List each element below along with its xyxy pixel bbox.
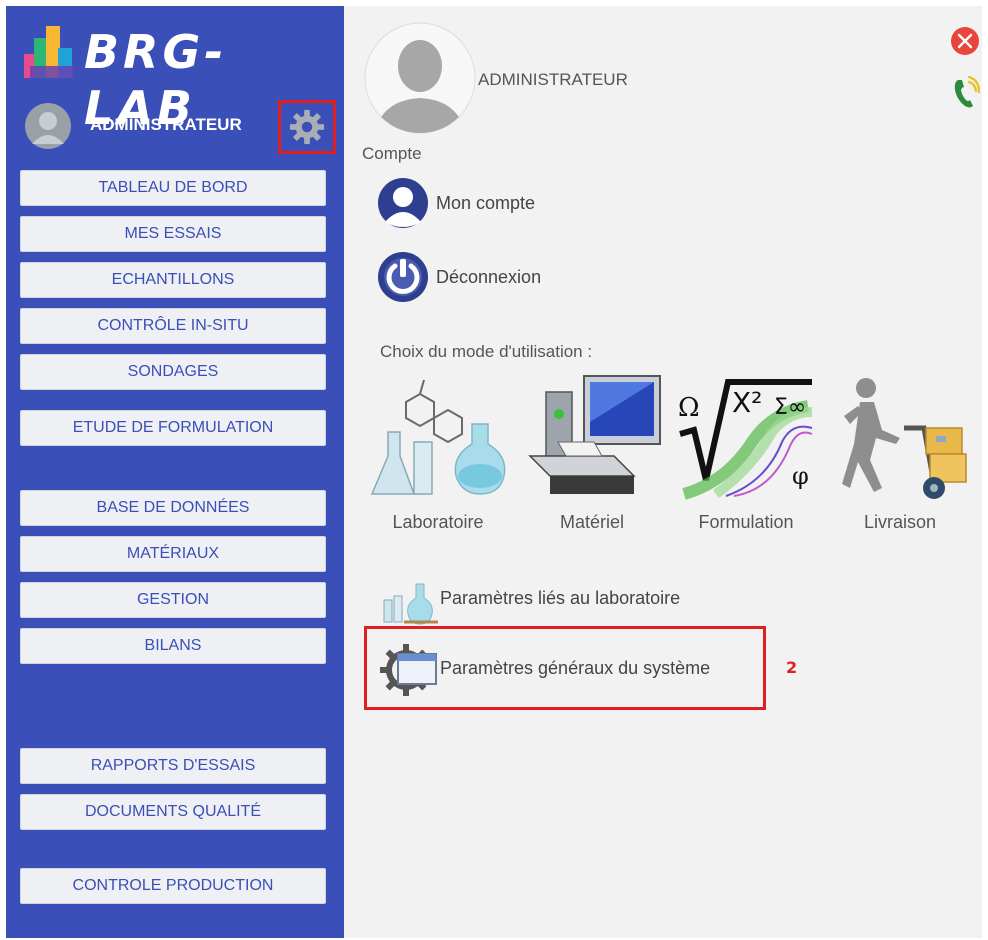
nav-documents-qualite[interactable]: DOCUMENTS QUALITÉ (20, 794, 326, 830)
deconnexion-label: Déconnexion (436, 266, 542, 287)
profile-name: ADMINISTRATEUR (478, 70, 628, 89)
mode-materiel-label: Matériel (559, 512, 625, 532)
nav-etude-de-formulation[interactable]: ETUDE DE FORMULATION (20, 410, 326, 446)
nav-rapports-d-essais[interactable]: RAPPORTS D'ESSAIS (20, 748, 326, 784)
mode-laboratoire-label: Laboratoire (392, 512, 484, 532)
deconnexion-menu-item[interactable]: Déconnexion (374, 250, 541, 304)
lab-flask-icon (383, 583, 438, 625)
equipment-icon (528, 375, 661, 494)
annotation-marker-2: 2 (786, 658, 798, 677)
symbol-phi: φ (792, 462, 809, 490)
settings-button[interactable] (278, 100, 336, 154)
nav-materiaux[interactable]: MATÉRIAUX (20, 536, 326, 572)
nav-controle-production[interactable]: CONTROLE PRODUCTION (20, 868, 326, 904)
nav-echantillons[interactable]: ECHANTILLONS (20, 262, 326, 298)
account-section-title: Compte (362, 144, 422, 163)
user-icon (378, 178, 428, 228)
mon-compte-label: Mon compte (436, 192, 536, 213)
system-params-menu-item[interactable]: Paramètres généraux du système (378, 640, 710, 696)
sidebar: BRG-LAB ADMINISTRATEUR TABLEAU DE BORD M… (6, 6, 363, 938)
system-params-label: Paramètres généraux du système (440, 657, 711, 678)
system-gear-icon (380, 644, 437, 696)
mode-livraison[interactable]: Livraison (830, 372, 970, 542)
sidebar-user: ADMINISTRATEUR 1 (22, 100, 363, 154)
logo-icon (24, 26, 74, 78)
profile-avatar (364, 22, 476, 134)
nav-mes-essais[interactable]: MES ESSAIS (20, 216, 326, 252)
laboratory-icon (370, 379, 506, 495)
close-icon[interactable] (950, 26, 980, 56)
mode-materiel[interactable]: Matériel (522, 372, 662, 542)
symbol-omega: Ω (678, 393, 700, 423)
app-window: BRG-LAB ADMINISTRATEUR TABLEAU DE BORD M… (6, 6, 982, 938)
symbol-x2: X² (732, 386, 762, 419)
main-panel: ADMINISTRATEUR Compte Mon compte Déconne… (344, 6, 982, 938)
mode-section-title: Choix du mode d'utilisation : (380, 342, 593, 361)
mon-compte-menu-item[interactable]: Mon compte (374, 176, 535, 230)
nav-bilans[interactable]: BILANS (20, 628, 326, 664)
delivery-icon (842, 378, 967, 499)
sidebar-user-name: ADMINISTRATEUR (90, 115, 242, 134)
phone-icon[interactable] (950, 76, 980, 110)
symbol-sigma-inf: Σ∞ (774, 395, 806, 420)
mode-laboratoire[interactable]: Laboratoire (368, 372, 508, 542)
mode-formulation-label: Formulation (698, 512, 794, 532)
gear-icon (289, 109, 325, 145)
lab-params-label: Paramètres liés au laboratoire (440, 587, 681, 608)
formula-icon: Ω X² Σ∞ φ (678, 379, 813, 500)
mode-livraison-label: Livraison (863, 512, 937, 532)
brand-logo[interactable]: BRG-LAB (22, 22, 332, 135)
nav-base-de-donnees[interactable]: BASE DE DONNÉES (20, 490, 326, 526)
lab-params-menu-item[interactable]: Paramètres liés au laboratoire (378, 570, 680, 626)
power-icon (378, 252, 428, 302)
nav-gestion[interactable]: GESTION (20, 582, 326, 618)
nav-controle-in-situ[interactable]: CONTRÔLE IN-SITU (20, 308, 326, 344)
avatar-icon (25, 103, 71, 149)
nav-tableau-de-bord[interactable]: TABLEAU DE BORD (20, 170, 326, 206)
mode-formulation[interactable]: Ω X² Σ∞ φ Formulation (676, 372, 816, 542)
nav-sondages[interactable]: SONDAGES (20, 354, 326, 390)
